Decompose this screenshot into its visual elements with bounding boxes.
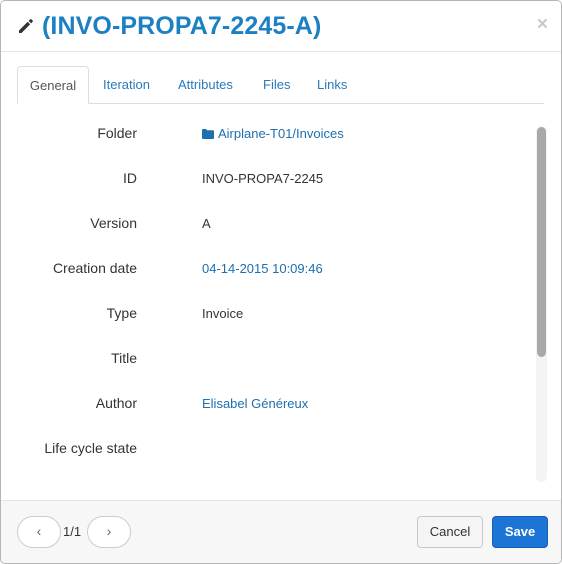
general-panel: Folder Airplane-T01/Invoices ID INVO-PRO… [1,104,561,498]
field-author: Author Elisabel Généreux [1,395,521,415]
field-lifecycle-state: Life cycle state [1,440,521,460]
field-value: A [202,216,211,231]
modal-footer: ‹ 1/1 › Cancel Save [1,500,561,563]
creation-date-value[interactable]: 04-14-2015 10:09:46 [202,261,323,276]
field-value: INVO-PROPA7-2245 [202,171,324,186]
vertical-scrollbar[interactable] [536,126,547,482]
folder-path: Airplane-T01/Invoices [218,126,344,141]
author-link[interactable]: Elisabel Généreux [202,396,308,411]
field-type: Type Invoice [1,305,521,325]
tab-bar: General Iteration Attributes Files Links [17,66,544,104]
field-id: ID INVO-PROPA7-2245 [1,170,521,190]
tab-general[interactable]: General [17,66,89,104]
iteration-pager: ‹ 1/1 › [17,516,131,548]
pencil-icon [19,19,33,33]
scrollbar-thumb[interactable] [537,127,546,357]
tab-links[interactable]: Links [317,66,347,102]
field-label: Type [106,305,137,321]
cancel-button[interactable]: Cancel [417,516,483,548]
previous-button[interactable]: ‹ [17,516,61,548]
field-value: Invoice [202,306,244,321]
field-title: Title [1,350,521,370]
field-label: Author [95,395,137,411]
next-button[interactable]: › [87,516,131,548]
field-creation-date: Creation date 04-14-2015 10:09:46 [1,260,521,280]
tab-files[interactable]: Files [263,66,290,102]
field-label: Life cycle state [44,440,137,456]
close-icon[interactable]: × [537,15,548,35]
field-label: Title [111,350,137,366]
page-count: 1/1 [63,524,82,539]
field-label: ID [123,170,137,186]
save-button[interactable]: Save [492,516,548,548]
field-version: Version A [1,215,521,235]
field-label: Version [90,215,137,231]
field-folder: Folder Airplane-T01/Invoices [1,125,521,145]
title-group: (INVO-PROPA7-2245-A) [16,10,321,42]
document-modal: (INVO-PROPA7-2245-A) × General Iteration… [0,0,562,564]
modal-header: (INVO-PROPA7-2245-A) × [1,1,561,52]
tab-attributes[interactable]: Attributes [178,66,233,102]
modal-title: (INVO-PROPA7-2245-A) [42,11,322,40]
folder-icon [202,129,214,139]
folder-link[interactable]: Airplane-T01/Invoices [202,126,344,141]
field-label: Folder [97,125,137,141]
tab-iteration[interactable]: Iteration [103,66,150,102]
field-label: Creation date [52,260,137,276]
